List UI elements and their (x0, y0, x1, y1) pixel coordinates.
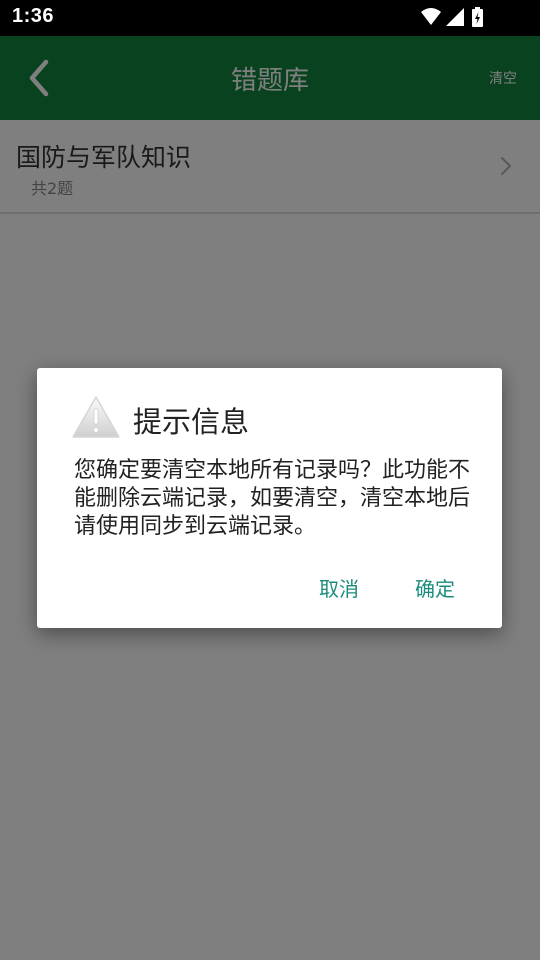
dialog-message: 您确定要清空本地所有记录吗？此功能不能删除云端记录，如要清空，清空本地后请使用同… (74, 458, 471, 539)
status-bar: 1:36 (0, 0, 540, 36)
cellular-signal-icon (446, 8, 464, 26)
status-icons (420, 6, 500, 30)
status-time: 1:36 (12, 5, 55, 27)
confirm-button[interactable]: 确定 (415, 573, 455, 602)
dialog-title: 提示信息 (133, 405, 250, 439)
screen: 1:36 错题库 清空 (0, 0, 540, 960)
cancel-button[interactable]: 取消 (319, 573, 359, 602)
alert-dialog: 提示信息 您确定要清空本地所有记录吗？此功能不能删除云端记录，如要清空，清空本地… (37, 368, 502, 628)
wifi-icon (421, 8, 441, 25)
battery-charging-icon (472, 7, 483, 27)
warning-icon (72, 396, 120, 438)
